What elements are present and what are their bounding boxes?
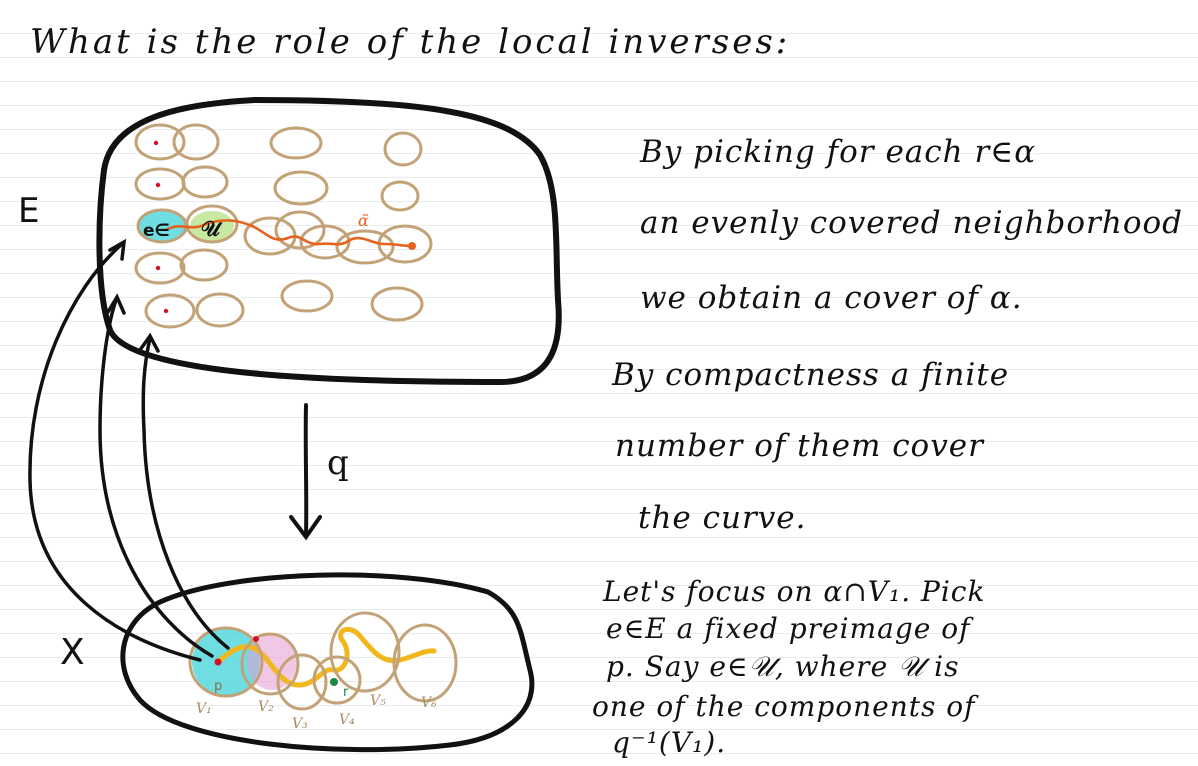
paragraph1-line3: we obtain a cover of α. <box>640 280 1023 316</box>
point-r <box>330 678 338 686</box>
paragraph2-line3: the curve. <box>638 500 807 536</box>
label-V3: V₃ <box>292 716 308 732</box>
neighborhood-labels: V₁ V₂ V₃ V₄ V₅ V₆ <box>196 693 437 732</box>
paragraph1-line1: By picking for each r∈α <box>640 134 1037 170</box>
whiteboard-canvas: e∈ 𝒰 α̃ E q p r V₁ V₂ V₃ V₄ V₅ V₆ X What… <box>0 0 1198 766</box>
point-p <box>214 658 222 666</box>
label-V4: V₄ <box>339 712 355 728</box>
space-E-label: E <box>18 191 39 231</box>
lifted-curve-label: α̃ <box>358 211 369 230</box>
paragraph2-line2: number of them cover <box>615 428 984 464</box>
point-p-label: p <box>214 679 222 694</box>
paragraph3-line5: q⁻¹(V₁). <box>612 726 727 759</box>
paragraph3-line2: e∈E a fixed preimage of <box>606 612 971 645</box>
label-V6: V₆ <box>421 695 437 711</box>
lifted-curve-endpoint <box>408 242 416 250</box>
paragraph2-line1: By compactness a finite <box>612 357 1010 393</box>
covering-map-arrow <box>289 403 322 541</box>
paragraph3-line4: one of the components of <box>592 690 976 723</box>
point-e-label: e∈ <box>143 221 170 241</box>
space-X-boundary <box>120 572 535 753</box>
label-V2: V₂ <box>258 699 274 715</box>
point-on-V2 <box>253 636 259 642</box>
point-r-label: r <box>343 685 349 700</box>
space-X-label: X <box>60 632 85 673</box>
diagram-svg: e∈ 𝒰 α̃ E q p r V₁ V₂ V₃ V₄ V₅ V₆ X <box>18 96 562 753</box>
label-V5: V₅ <box>370 693 386 709</box>
paragraph3-line3: p. Say e∈𝒰, where 𝒰 is <box>606 650 960 683</box>
page-title: What is the role of the local inverses: <box>30 22 791 62</box>
map-q-label: q <box>327 443 349 483</box>
paragraph3-line1: Let's focus on α∩V₁. Pick <box>603 575 986 608</box>
paragraph1-line2: an evenly covered neighborhood <box>640 205 1183 241</box>
label-V1: V₁ <box>196 701 212 717</box>
component-U-label: 𝒰 <box>201 217 223 241</box>
